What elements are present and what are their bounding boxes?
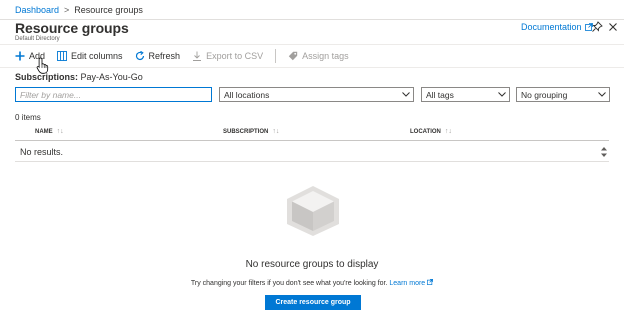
toolbar-divider bbox=[275, 49, 277, 63]
subscriptions-filter-summary: Subscriptions: Pay-As-You-Go bbox=[15, 72, 143, 82]
command-toolbar: Add Edit columns Refresh Export to CSV A… bbox=[0, 44, 624, 68]
column-header-location-label: LOCATION bbox=[410, 128, 441, 135]
page-subtitle: Default Directory bbox=[15, 36, 60, 42]
external-link-icon bbox=[427, 279, 434, 285]
tags-dropdown[interactable]: All tags bbox=[421, 87, 510, 102]
page-title: Resource groups bbox=[15, 20, 129, 36]
edit-columns-button[interactable]: Edit columns bbox=[57, 51, 123, 61]
column-header-name[interactable]: NAME ↑↓ bbox=[35, 128, 64, 135]
tag-icon bbox=[288, 51, 298, 61]
download-icon bbox=[193, 51, 202, 61]
pin-icon[interactable] bbox=[591, 21, 603, 33]
empty-state-hint-text: Try changing your filters if you don't s… bbox=[190, 280, 388, 287]
edit-columns-label: Edit columns bbox=[71, 51, 123, 61]
subscriptions-label: Subscriptions: bbox=[15, 72, 79, 82]
grid-header: NAME ↑↓ SUBSCRIPTION ↑↓ LOCATION ↑↓ bbox=[15, 124, 609, 141]
documentation-label: Documentation bbox=[521, 22, 582, 32]
create-resource-group-button[interactable]: Create resource group bbox=[265, 295, 361, 310]
filter-by-name-placeholder: Filter by name... bbox=[20, 89, 81, 100]
plus-icon bbox=[15, 51, 25, 61]
no-results-label: No results. bbox=[20, 146, 64, 157]
grouping-dropdown-value: No grouping bbox=[521, 89, 568, 100]
column-header-subscription-label: SUBSCRIPTION bbox=[223, 128, 269, 135]
documentation-link[interactable]: Documentation bbox=[521, 22, 593, 32]
refresh-icon bbox=[135, 51, 144, 61]
column-header-subscription[interactable]: SUBSCRIPTION ↑↓ bbox=[223, 128, 279, 135]
refresh-button[interactable]: Refresh bbox=[135, 51, 181, 61]
empty-state-title: No resource groups to display bbox=[245, 259, 379, 270]
refresh-label: Refresh bbox=[148, 51, 181, 61]
chevron-down-icon bbox=[495, 88, 509, 102]
filter-by-name-input[interactable]: Filter by name... bbox=[15, 87, 212, 102]
item-count: 0 items bbox=[15, 113, 41, 122]
column-header-name-label: NAME bbox=[35, 128, 53, 135]
sort-icon: ↑↓ bbox=[272, 128, 280, 135]
assign-tags-label: Assign tags bbox=[302, 51, 349, 61]
assign-tags-button[interactable]: Assign tags bbox=[288, 51, 349, 61]
chevron-down-icon bbox=[399, 88, 413, 102]
subscriptions-value[interactable]: Pay-As-You-Go bbox=[81, 72, 143, 82]
sort-icon: ↑↓ bbox=[56, 128, 64, 135]
breadcrumb: Dashboard > Resource groups bbox=[0, 0, 624, 20]
scroll-arrows-icon[interactable] bbox=[599, 146, 609, 158]
grouping-dropdown[interactable]: No grouping bbox=[516, 87, 610, 102]
no-results-row: No results. bbox=[15, 142, 609, 162]
chevron-down-icon bbox=[595, 88, 609, 102]
cube-icon bbox=[287, 186, 339, 236]
close-icon[interactable] bbox=[607, 21, 619, 33]
column-header-location[interactable]: LOCATION ↑↓ bbox=[410, 128, 452, 135]
locations-dropdown[interactable]: All locations bbox=[219, 87, 414, 102]
tags-dropdown-value: All tags bbox=[426, 89, 454, 100]
breadcrumb-dashboard-link[interactable]: Dashboard bbox=[15, 5, 59, 15]
locations-dropdown-value: All locations bbox=[224, 89, 270, 100]
breadcrumb-separator: > bbox=[64, 4, 70, 15]
sort-icon: ↑↓ bbox=[444, 128, 452, 135]
columns-icon bbox=[57, 51, 67, 61]
export-csv-label: Export to CSV bbox=[206, 51, 264, 61]
empty-state-hint: Try changing your filters if you don't s… bbox=[0, 279, 624, 287]
export-csv-button[interactable]: Export to CSV bbox=[192, 51, 263, 61]
breadcrumb-current: Resource groups bbox=[74, 4, 143, 15]
learn-more-link[interactable]: Learn more bbox=[389, 280, 425, 287]
